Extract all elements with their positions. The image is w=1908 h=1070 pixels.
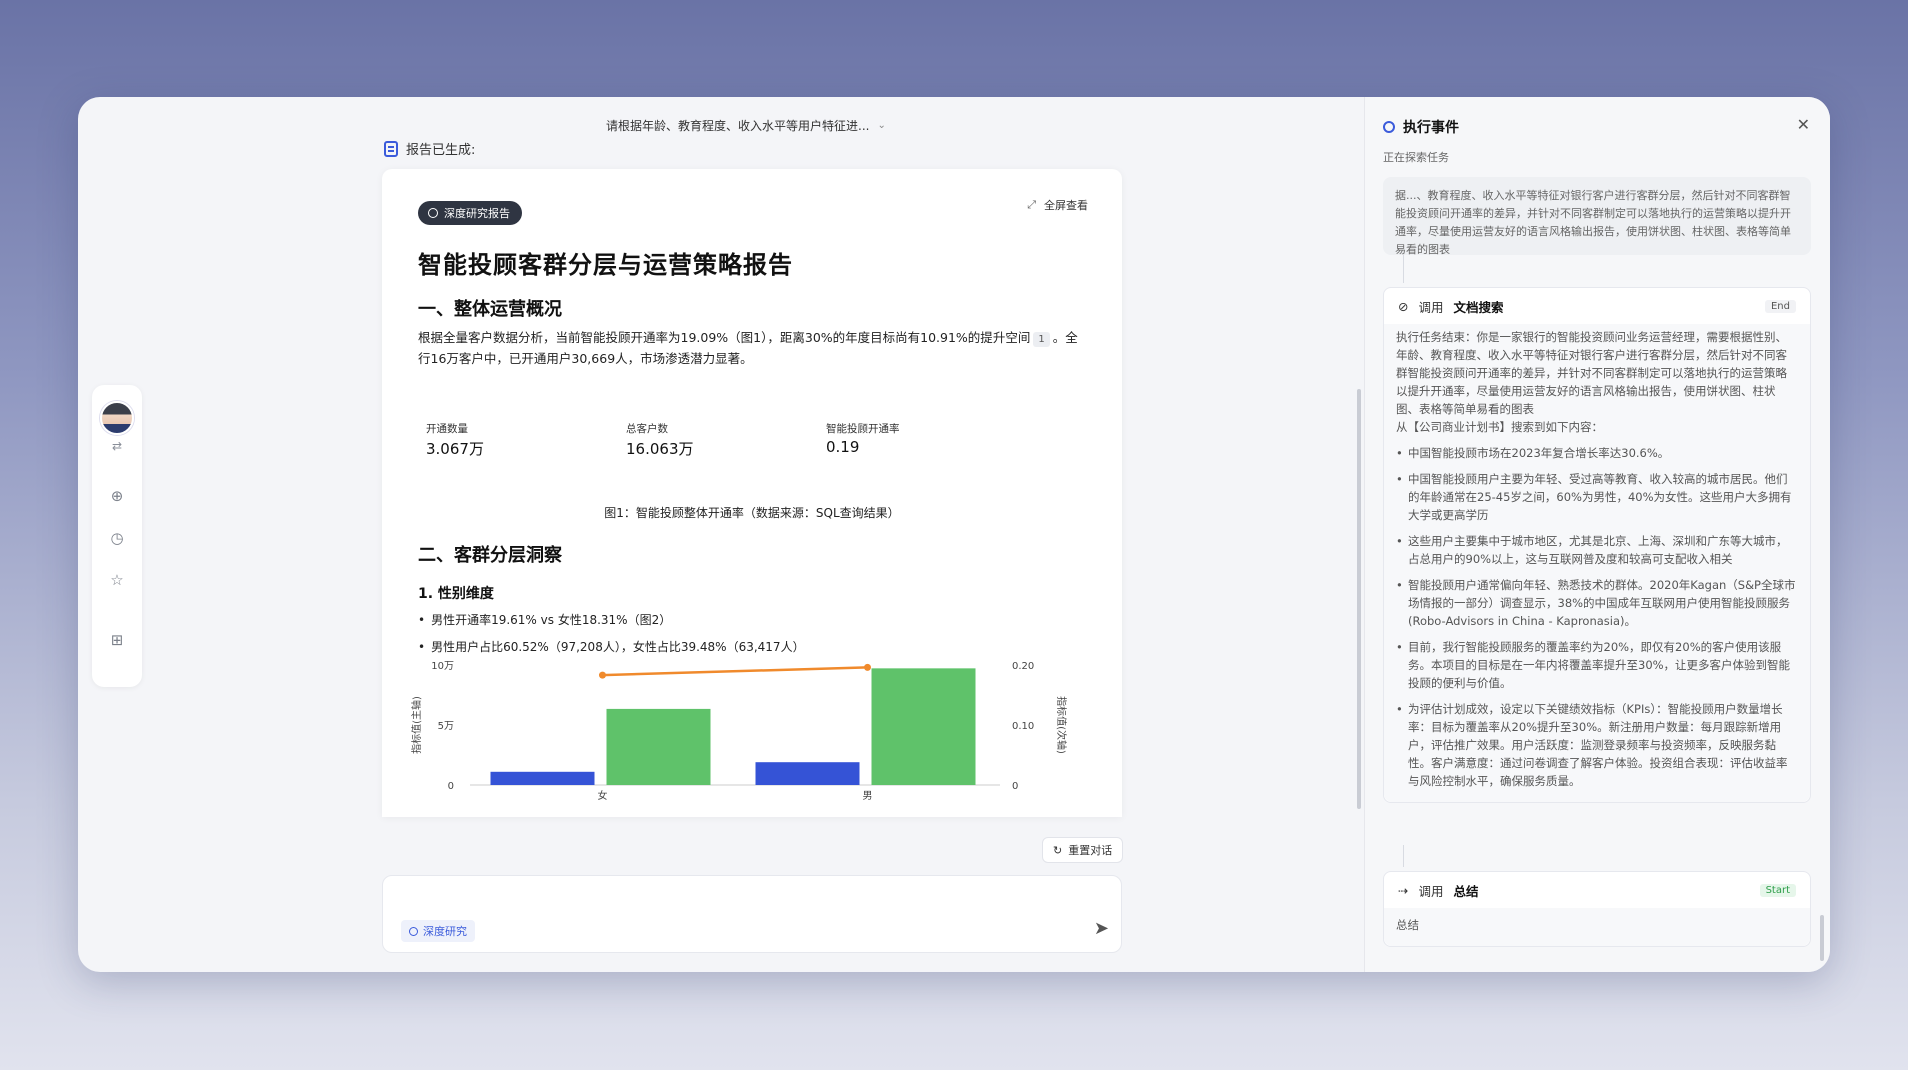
apps-grid-icon[interactable]: ⊞ xyxy=(108,631,126,649)
close-icon[interactable]: ✕ xyxy=(1797,115,1810,134)
y-right-tick-label: 0 xyxy=(1012,781,1018,792)
reset-conversation-button[interactable]: ↻ 重置对话 xyxy=(1042,837,1124,863)
chat-input-box: 深度研究 ➤ xyxy=(382,875,1122,953)
send-icon[interactable]: ➤ xyxy=(1094,918,1109,939)
refresh-icon: ↻ xyxy=(1053,843,1063,857)
list-item: 这些用户主要集中于城市地区，尤其是北京、上海、深圳和广东等大城市，占总用户的90… xyxy=(1396,532,1798,568)
switch-account-icon[interactable]: ⇄ xyxy=(112,439,122,453)
y-right-tick-label: 0.20 xyxy=(1012,661,1034,672)
y-left-axis-title: 指标值(主轴) xyxy=(410,696,423,754)
status-badge: Start xyxy=(1759,883,1796,897)
chat-input[interactable] xyxy=(399,888,1079,902)
metrics-row: 开通数量 3.067万 总客户数 16.063万 智能投顾开通率 0.19 xyxy=(426,421,1026,459)
y-right-axis-title: 指标值(次轴) xyxy=(1055,696,1068,754)
status-badge: End xyxy=(1764,299,1796,313)
list-item: 中国智能投顾市场在2023年复合增长率达30.6%。 xyxy=(1396,444,1798,462)
citation-ref[interactable]: 1 xyxy=(1033,332,1050,347)
call-card-summary[interactable]: ⇢ 调用 总结 Start 总结 xyxy=(1383,871,1811,947)
subheading-gender: 1. 性别维度 xyxy=(418,586,494,602)
main-scrollbar[interactable] xyxy=(1357,389,1361,809)
timeline-line xyxy=(1403,845,1404,867)
section-heading-segments: 二、客群分层洞察 xyxy=(418,545,562,566)
list-item: 中国智能投顾用户主要为年轻、受过高等教育、收入较高的城市居民。他们的年龄通常在2… xyxy=(1396,470,1798,524)
metric-open-rate: 智能投顾开通率 0.19 xyxy=(826,423,900,456)
exploring-status: 正在探索任务 xyxy=(1383,151,1449,164)
search-icon xyxy=(1383,121,1395,133)
y-left-tick-label: 0 xyxy=(448,781,454,792)
y-right-tick-label: 0.10 xyxy=(1012,721,1034,732)
execution-events-panel: 执行事件 ✕ 正在探索任务 据...、教育程度、收入水平等特征对银行客户进行客群… xyxy=(1364,97,1830,972)
left-rail: ⇄ ⊕ ◷ ☆ ⊞ xyxy=(92,385,142,687)
panel-scrollbar[interactable] xyxy=(1820,915,1824,961)
conversation-title-dropdown[interactable]: 请根据年龄、教育程度、收入水平等用户特征进... ⌄ xyxy=(606,117,886,134)
overview-paragraph: 根据全量客户数据分析，当前智能投顾开通率为19.09%（图1），距离30%的年度… xyxy=(418,330,1078,366)
report-title: 智能投顾客群分层与运营策略报告 xyxy=(418,251,793,279)
avatar[interactable] xyxy=(100,401,134,435)
x-tick-label: 男 xyxy=(863,790,873,802)
arrow-right-icon: ⇢ xyxy=(1398,882,1409,898)
timeline-line xyxy=(1403,255,1404,283)
research-icon xyxy=(428,208,438,218)
task-text-box: 据...、教育程度、收入水平等特征对银行客户进行客群分层，然后针对不同客群智能投… xyxy=(1383,177,1811,255)
report-card: 深度研究报告 ⤢ 全屏查看 智能投顾客群分层与运营策略报告 一、整体运营概况 根… xyxy=(382,169,1122,817)
fullscreen-button[interactable]: ⤢ 全屏查看 xyxy=(1027,197,1088,213)
metric-total-customers: 总客户数 16.063万 xyxy=(626,423,694,458)
chevron-down-icon: ⌄ xyxy=(877,120,886,131)
call-header: ⊘ 调用 文档搜索 End xyxy=(1384,288,1810,324)
call-header: ⇢ 调用 总结 Start xyxy=(1384,872,1810,908)
bullet-share: 男性用户占比60.52%（97,208人），女性占比39.48%（63,417人… xyxy=(418,638,805,655)
panel-title: 执行事件 xyxy=(1383,117,1459,137)
search-results-list: 中国智能投顾市场在2023年复合增长率达30.6%。 中国智能投顾用户主要为年轻… xyxy=(1396,444,1798,790)
chart-line-point xyxy=(864,663,871,671)
deep-research-badge: 深度研究报告 xyxy=(418,201,522,225)
call-body: 执行任务结束：你是一家银行的智能投资顾问业务运营经理，需要根据性别、年龄、教育程… xyxy=(1384,324,1810,802)
history-icon[interactable]: ◷ xyxy=(108,529,126,547)
app-window: ⇄ ⊕ ◷ ☆ ⊞ 请根据年龄、教育程度、收入水平等用户特征进... ⌄ 报告已… xyxy=(78,97,1830,972)
chart-line-series xyxy=(602,666,868,677)
y-left-tick-label: 5万 xyxy=(438,721,454,732)
list-item: 目前，我行智能投顾服务的覆盖率约为20%，即仅有20%的客户使用该服务。本项目的… xyxy=(1396,638,1798,692)
chart-line-point xyxy=(599,671,606,679)
gender-chart: 10万 5万 0 0.20 0.10 0 指标值(主轴) 指标值(次轴) 女 男 xyxy=(410,661,1068,802)
star-icon[interactable]: ☆ xyxy=(108,571,126,589)
research-icon xyxy=(409,926,418,936)
figure-caption: 图1：智能投顾整体开通率（数据来源：SQL查询结果） xyxy=(604,506,900,520)
list-item: 智能投顾用户通常偏向年轻、熟悉技术的群体。2020年Kagan（S&P全球市场情… xyxy=(1396,576,1798,630)
new-chat-icon[interactable]: ⊕ xyxy=(108,487,126,505)
chart-bar xyxy=(606,708,711,785)
y-left-tick-label: 10万 xyxy=(431,661,454,672)
chart-bar xyxy=(490,771,595,785)
metric-open-count: 开通数量 3.067万 xyxy=(426,423,484,458)
deep-research-toggle[interactable]: 深度研究 xyxy=(401,920,475,942)
x-tick-label: 女 xyxy=(598,789,608,802)
section-heading-overview: 一、整体运营概况 xyxy=(418,299,562,320)
call-card-doc-search[interactable]: ⊘ 调用 文档搜索 End 执行任务结束：你是一家银行的智能投资顾问业务运营经理… xyxy=(1383,287,1811,803)
report-ready-label: 报告已生成: xyxy=(384,139,475,158)
call-body: 总结 xyxy=(1384,908,1810,946)
list-item: 为评估计划成效，设定以下关键绩效指标（KPIs）：智能投顾用户数量增长率：目标为… xyxy=(1396,700,1798,790)
chart-bar xyxy=(755,762,860,785)
tool-icon: ⊘ xyxy=(1398,298,1409,314)
expand-icon: ⤢ xyxy=(1027,198,1036,211)
chart-bar xyxy=(871,668,976,785)
document-icon xyxy=(384,140,398,157)
bullet-open-rate: 男性开通率19.61% vs 女性18.31%（图2） xyxy=(418,611,671,628)
conversation-title: 请根据年龄、教育程度、收入水平等用户特征进... xyxy=(606,119,870,133)
